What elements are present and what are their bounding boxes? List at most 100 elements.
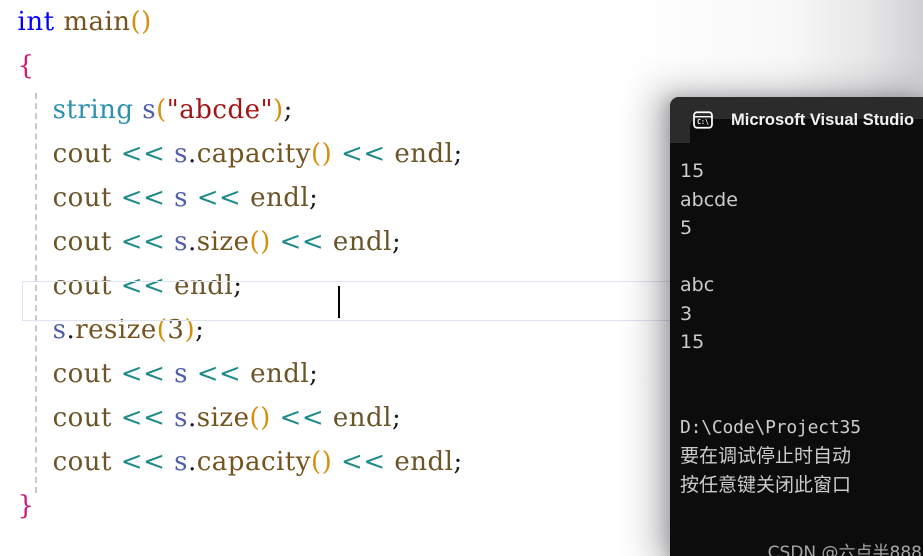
code-token: () (249, 403, 271, 433)
code-token: int (17, 7, 55, 37)
code-token: ; (453, 447, 463, 477)
code-token: main (63, 7, 131, 37)
console-output-area[interactable]: 15 abcde 5 abc 3 15 D:\Code\Project35 要在调试停止时自动… (670, 143, 923, 556)
code-token: ; (283, 95, 293, 125)
code-token: endl (332, 227, 392, 257)
console-output-line: 3 (680, 302, 693, 325)
code-token: cout (52, 183, 113, 213)
code-token: cout (52, 447, 113, 477)
code-token: s (142, 95, 157, 125)
code-token: size (196, 403, 250, 433)
code-token: ; (391, 403, 402, 433)
code-token: << (120, 403, 166, 433)
code-token: endl (250, 183, 310, 213)
code-token: s (174, 183, 188, 213)
screen-root: // // ; // int main() { string s("abcde"… (0, 0, 923, 556)
code-token: << (341, 447, 386, 477)
code-token: << (279, 403, 325, 433)
code-token: << (120, 183, 166, 213)
code-token: ; (391, 227, 402, 257)
code-token: << (196, 183, 242, 213)
console-output-line: 15 (680, 331, 705, 353)
csdn-watermark: CSDN @六点半888 (767, 543, 922, 556)
code-token: . (187, 447, 197, 477)
code-token: s (174, 139, 188, 169)
console-output-line: abcde (680, 188, 738, 211)
code-token: s (174, 359, 188, 389)
console-output-line: D:\Code\Project35 (680, 416, 861, 438)
code-token: ; (453, 139, 463, 169)
code-token: << (196, 359, 242, 389)
code-token: s (174, 403, 188, 433)
code-token: cout (52, 227, 113, 257)
code-token: . (187, 403, 197, 433)
code-token: capacity (196, 447, 311, 477)
code-token: size (196, 227, 250, 257)
code-token: . (187, 227, 197, 257)
code-token: . (187, 139, 197, 169)
code-token: << (279, 227, 325, 257)
console-window[interactable]: C:\ Microsoft Visual Studio 15 abcde 5 abc 3… (670, 97, 923, 556)
svg-text:C:\: C:\ (697, 118, 709, 126)
code-token: << (120, 139, 166, 169)
console-output-line: 要在调试停止时自动 (680, 445, 852, 467)
code-token: () (249, 227, 271, 257)
console-titlebar[interactable]: C:\ Microsoft Visual Studio (670, 97, 923, 143)
code-token: "abcde" (166, 95, 273, 125)
code-token: cout (52, 139, 113, 169)
code-token: s (174, 447, 188, 477)
console-output-line: 按任意键关闭此窗口 (680, 473, 852, 496)
code-token: << (120, 227, 166, 257)
text-caret (338, 286, 340, 318)
code-token: cout (52, 403, 113, 433)
console-output-lines: 15 abcde 5 abc 3 15 D:\Code\Project35 要在调试停止时自动… (680, 157, 923, 499)
code-line[interactable]: int main() (0, 0, 923, 44)
code-token: { (17, 51, 35, 81)
code-token: ( (156, 95, 167, 125)
console-output-line: 5 (680, 217, 693, 239)
code-token: << (341, 139, 386, 169)
console-output-line: 15 (680, 160, 705, 182)
code-token: () (130, 7, 152, 37)
code-token: << (120, 447, 166, 477)
code-line[interactable]: { (0, 44, 923, 88)
code-token: s (174, 227, 188, 257)
code-token: ; (309, 359, 319, 389)
code-token: } (17, 491, 35, 521)
code-token: ; (309, 183, 319, 213)
code-token: endl (394, 139, 454, 169)
code-token: () (310, 139, 333, 169)
code-token: << (120, 359, 166, 389)
code-token: endl (250, 359, 310, 389)
